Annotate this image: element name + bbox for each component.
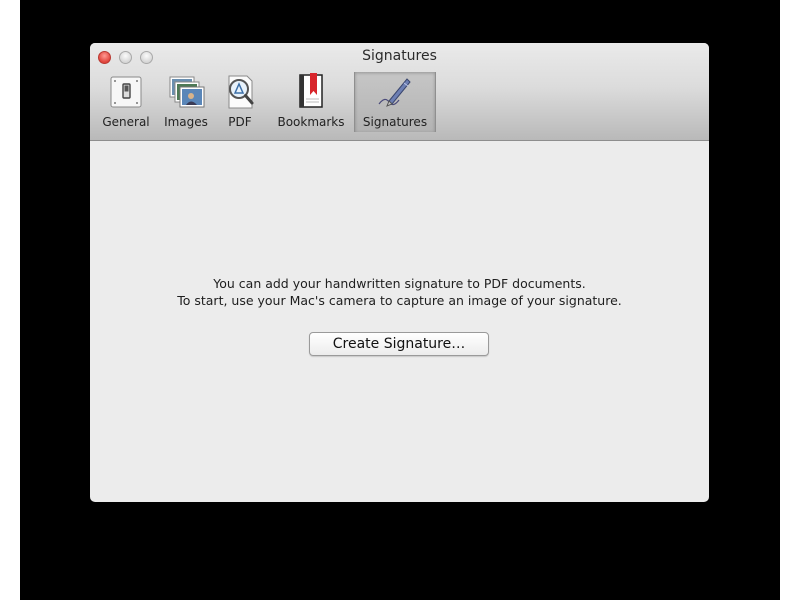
info-message-line1: You can add your handwritten signature t… — [213, 276, 586, 291]
switch-icon — [98, 72, 154, 112]
bookmark-icon — [272, 72, 350, 112]
signatures-pane: You can add your handwritten signature t… — [90, 141, 709, 502]
tab-general-label: General — [102, 115, 150, 129]
tab-general[interactable]: General — [98, 72, 154, 132]
tab-images-label: Images — [164, 115, 208, 129]
window-title: Signatures — [362, 48, 437, 64]
desktop-left-edge — [0, 0, 20, 600]
tab-pdf-label: PDF — [228, 115, 252, 129]
tab-signatures[interactable]: Signatures — [354, 72, 436, 132]
tab-bookmarks[interactable]: Bookmarks — [272, 72, 350, 132]
toolbar: Signatures General Images PDF Bookmarks … — [90, 43, 709, 141]
desktop-right-edge — [780, 0, 800, 600]
photos-icon — [160, 72, 212, 112]
info-message: You can add your handwritten signature t… — [90, 275, 709, 309]
pen-signature-icon — [355, 72, 435, 112]
create-signature-button[interactable]: Create Signature… — [309, 332, 489, 356]
pdf-magnifier-icon — [218, 72, 262, 112]
tab-bookmarks-label: Bookmarks — [277, 115, 345, 129]
preferences-window: Signatures General Images PDF Bookmarks … — [90, 43, 709, 502]
tab-signatures-label: Signatures — [362, 115, 428, 129]
tab-images[interactable]: Images — [160, 72, 212, 132]
info-message-line2: To start, use your Mac's camera to captu… — [177, 293, 622, 308]
tab-pdf[interactable]: PDF — [218, 72, 262, 132]
